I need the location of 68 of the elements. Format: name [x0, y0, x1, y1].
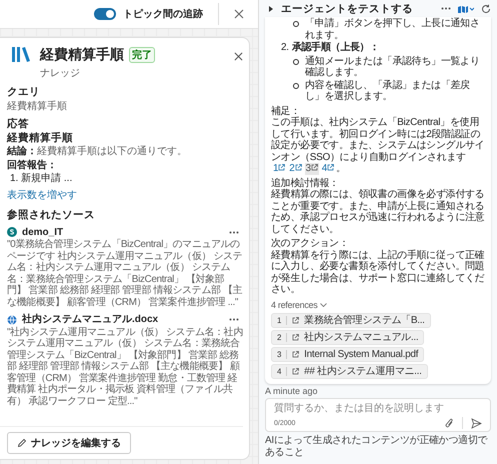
- list-item: 「申請」ボタンを押下し、上長に通知されます。: [305, 18, 481, 41]
- external-link-icon: [292, 368, 300, 375]
- external-link-icon: [292, 334, 300, 341]
- timestamp: A minute ago: [265, 386, 319, 396]
- source-name[interactable]: 社内システムマニュアル.docx: [22, 314, 224, 326]
- external-link-icon: [278, 164, 286, 171]
- external-link-icon: [292, 351, 300, 358]
- disclaimer-text: AIによって生成されたコンテンツが正確かつ適切であること: [265, 435, 488, 459]
- report-item: 1. 新規申請 ...: [9, 173, 74, 184]
- toggle-switch[interactable]: [94, 8, 116, 20]
- show-more-link[interactable]: 表示数を増やす: [7, 190, 77, 201]
- section-heading: クエリ: [7, 87, 41, 98]
- card-subtitle: ナレッジ: [40, 67, 81, 80]
- reference-chip[interactable]: 2 社内システムマニュアル...: [271, 330, 424, 345]
- external-link-icon: [294, 164, 302, 171]
- caret-icon[interactable]: [269, 6, 274, 12]
- paragraph-heading: 次のアクション：: [271, 238, 350, 250]
- globe-icon: [7, 314, 17, 325]
- references-toggle[interactable]: 4 references: [271, 300, 318, 311]
- list-item: 承認手順（上長）：: [292, 42, 380, 54]
- list-item: 内容を確認し、「承認」または「差戻し」を選択します。: [305, 80, 471, 102]
- citation-link[interactable]: 1: [272, 163, 286, 174]
- panel-title: エージェントをテストする: [281, 2, 414, 16]
- toggle-label: トピック間の追跡: [123, 8, 203, 21]
- reference-chip[interactable]: 3 Internal System Manual.pdf: [271, 347, 424, 362]
- message-input[interactable]: 質問するか、または目的を説明します: [274, 403, 482, 414]
- external-link-icon: [327, 164, 334, 171]
- query-text: 経費精算手順: [7, 100, 68, 112]
- card-title: 経費精算手順: [40, 46, 124, 64]
- map-icon[interactable]: [458, 4, 474, 12]
- source-excerpt: "社内システム運用マニュアル（仮） システム名：社内システム運用マニュアル（仮） システム名：業務統合管理システム「BizCentral」 【対象部門】 営業部 総務部 経理部 管理部 情報システム部 【主な機能概要】 顧客管理（CRM） 営業案件進捗管理 勤怠・工数管理 経費精算 社内ポータル・掲示板 資料管理（ファイル共有） 承認ワークフロー 定型...": [7, 326, 243, 407]
- chevron-icon[interactable]: [320, 303, 328, 308]
- more-icon[interactable]: [229, 318, 239, 322]
- site-icon: [7, 227, 17, 238]
- edit-knowledge-button[interactable]: ナレッジを編集する: [7, 432, 131, 454]
- citation-link[interactable]: 4: [320, 163, 336, 174]
- paragraph-text: 経費精算を行う際には、上記の手順に従って正確に入力し、必要な書類を添付してください。問題が発生した場合は、サポート窓口に連絡してください。: [271, 250, 486, 296]
- response-title: 経費精算手順: [7, 132, 74, 144]
- paragraph-text: 経費精算の際には、領収書の画像を必ず添付することが重要です。また、申請が上長に通知されるため、承認プロセスが迅速に行われるように注意してください。: [271, 189, 486, 235]
- section-heading: 参照されたソース: [7, 210, 96, 222]
- refresh-icon[interactable]: [481, 4, 491, 14]
- list-number: 2.: [281, 42, 289, 54]
- source-name[interactable]: demo_IT: [22, 226, 224, 238]
- source-excerpt: "0業務統合管理システム「BizCentral」のマニュアルのページです 社内システム運用マニュアル（仮） システム名：社内システム運用マニュアル（仮） システム名：業務統合管理システム「BizCentral」 【対象部門】 営業部 総務部 経理部 管理部 情報システム部 【主な機能概要】 顧客管理（CRM） 営業案件進捗管理 ...": [7, 239, 243, 308]
- report-label: 回答報告：: [7, 160, 58, 171]
- citation-link[interactable]: 3: [304, 163, 319, 174]
- paragraph-text: この手順は、社内システム「BizCentral」を使用して行います。初回ログイン時には2段階認証の設定が必要です。また、システムはシングルサインオン（SSO）により自動ログインされます: [271, 117, 486, 163]
- external-link-icon: [292, 317, 300, 324]
- citation-link[interactable]: 2: [288, 163, 303, 174]
- status-badge: 完了: [129, 47, 155, 63]
- list-item: 通知メールまたは「承認待ち」一覧より確認します。: [305, 56, 481, 78]
- pencil-icon: [17, 438, 27, 448]
- more-icon[interactable]: [229, 230, 239, 234]
- more-icon[interactable]: [441, 7, 451, 10]
- close-icon[interactable]: [234, 9, 244, 19]
- reference-chip[interactable]: 1 業務統合管理システム「B...: [271, 313, 431, 328]
- conclusion-label: 結論：: [7, 146, 37, 158]
- paragraph-heading: 追加検討情報：: [271, 178, 340, 188]
- paragraph-heading: 補足：: [271, 106, 302, 116]
- reference-chip[interactable]: 4 ## 社内システム運用マニ...: [271, 364, 428, 379]
- close-icon[interactable]: [234, 52, 243, 61]
- send-icon[interactable]: [471, 418, 482, 428]
- section-heading: 応答: [7, 119, 30, 130]
- books-icon: [12, 46, 30, 62]
- paragraph-end: 。: [336, 163, 346, 174]
- conclusion-text: 経費精算手順は以下の通りです。: [37, 146, 187, 158]
- external-link-icon: [310, 164, 318, 171]
- paperclip-icon[interactable]: [445, 418, 454, 428]
